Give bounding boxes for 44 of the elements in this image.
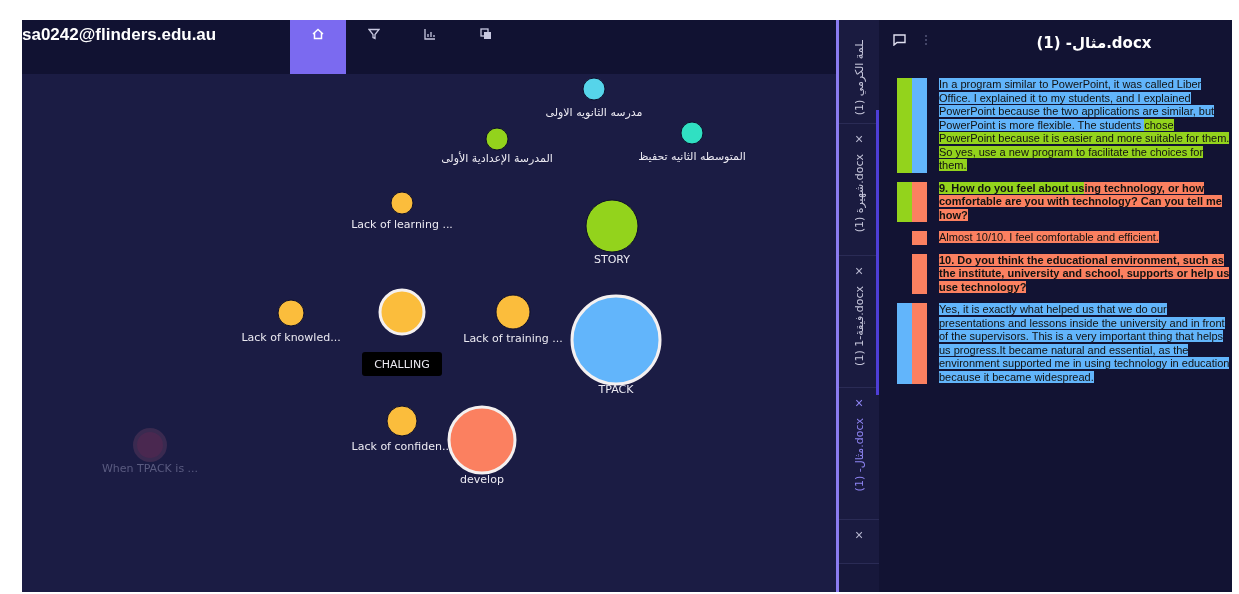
node-circle[interactable] <box>133 428 167 462</box>
node-circle[interactable] <box>680 121 704 145</box>
node-label: المدرسة الإعدادية الأولى <box>441 152 553 165</box>
node-circle[interactable] <box>582 77 606 101</box>
close-icon[interactable]: × <box>854 132 864 146</box>
filter-icon <box>368 28 380 40</box>
code-stripe[interactable] <box>912 181 927 222</box>
user-email: sa0242@flinders.edu.au <box>22 24 218 45</box>
close-icon[interactable]: × <box>854 396 864 410</box>
node-label: Lack of learning ... <box>351 218 453 231</box>
copy-icon <box>480 28 492 40</box>
node-label: develop <box>460 473 504 486</box>
document-tab[interactable]: (1) ـلمة الكرمي <box>839 20 879 124</box>
comment-icon[interactable] <box>893 34 906 46</box>
node-circle[interactable] <box>485 127 509 151</box>
bar-chart-icon <box>424 28 436 40</box>
node-label: TPACK <box>598 383 634 396</box>
document-tab[interactable]: × (1) -مثال.docx <box>839 388 879 520</box>
node-label: Lack of training ... <box>463 332 563 345</box>
node-label: مدرسه الثانويه الاولى <box>545 106 643 119</box>
node-label: STORY <box>594 253 630 266</box>
document-tab[interactable]: × (1) شهيرة.docx <box>839 124 879 256</box>
node-label: When TPACK is ... <box>101 462 199 475</box>
highlighted-paragraph: Almost 10/10. I feel comfortable and efficient. <box>939 231 1160 245</box>
node-circle[interactable] <box>386 405 418 437</box>
node-label: Lack of knowled... <box>241 331 341 344</box>
code-stripe[interactable] <box>912 253 927 294</box>
highlighted-paragraph: Yes, it is exactly what helped us that we do our presentations and lessons inside the university and in front of the supervisors. This is a very important thing that helps us progress.It became natural and essential, as the environment supported me in using technology in education because it became widespread. <box>939 303 1231 384</box>
document-title: (1) -مثال.docx <box>1035 34 1153 52</box>
close-icon[interactable]: × <box>854 264 864 278</box>
node-label: CHALLING <box>362 352 442 376</box>
node-circle[interactable] <box>585 199 639 253</box>
node-circle[interactable] <box>277 299 305 327</box>
home-icon <box>312 28 324 40</box>
node-circle[interactable] <box>390 191 414 215</box>
highlighted-paragraph: 9. How do you feel about using technology, or how comfortable are you with technology? Can you tell me how? <box>939 181 1223 222</box>
highlighted-paragraph: In a program similar to PowerPoint, it was called Liber Office. I explained it to my students, and I explained PowerPoint because the two applications are similar, but PowerPoint is more flexible. The students chose PowerPoint because it is easier and more suitable for them. So yes, use a new program to facilitate the choices for them. <box>939 78 1231 173</box>
document-tab[interactable]: × (1) 1-فيقة.docx <box>839 256 879 388</box>
node-circle[interactable] <box>495 294 531 330</box>
node-label: المتوسطه الثانيه تحفيظ <box>638 150 746 163</box>
code-stripe[interactable] <box>897 181 912 222</box>
close-icon[interactable]: × <box>854 528 864 542</box>
highlighted-paragraph: 10. Do you think the educational environment, such as the institute, university and school, supports or help us use technology? <box>939 253 1231 294</box>
document-tab[interactable]: × <box>839 520 879 564</box>
